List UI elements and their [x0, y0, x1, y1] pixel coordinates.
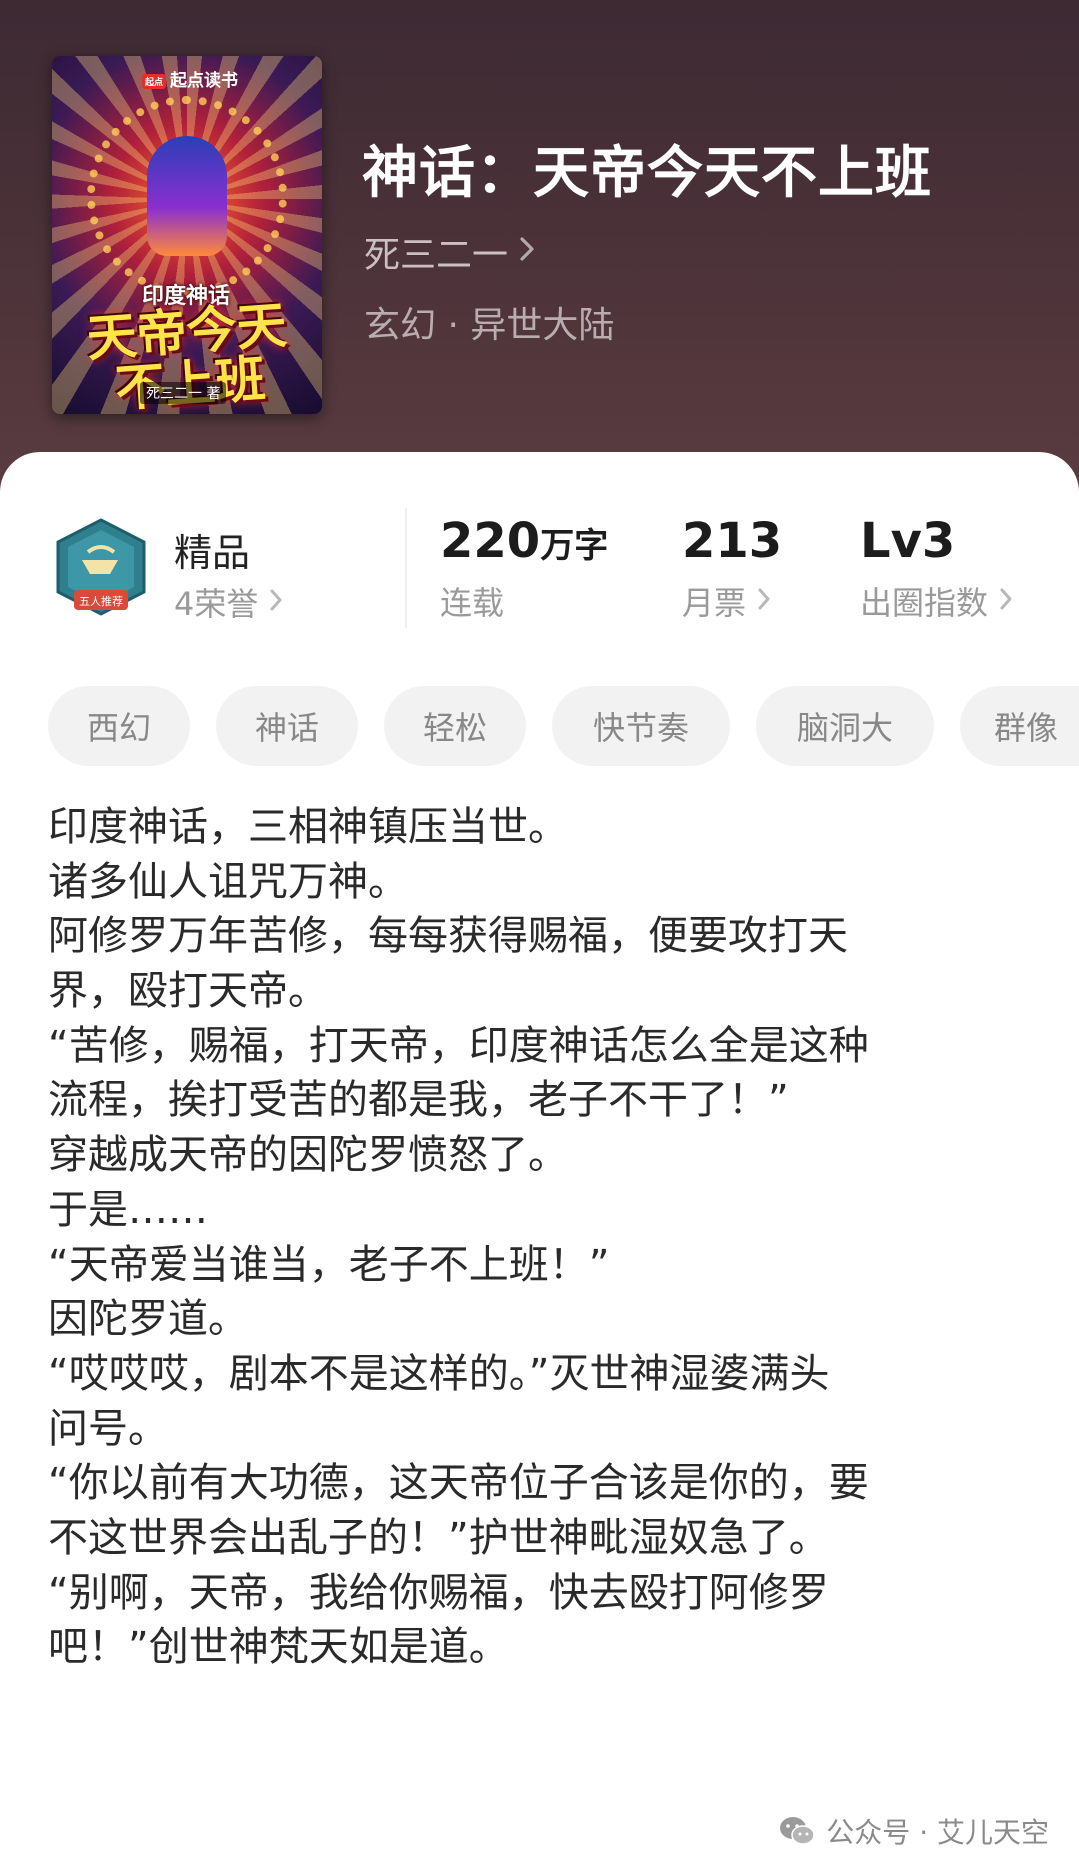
cover-brand: 起点 起点读书	[136, 64, 244, 93]
synopsis-line: “天帝爱当谁当，老子不上班！”	[48, 1241, 610, 1288]
honors-link[interactable]: 4荣誉	[174, 579, 284, 625]
synopsis-line: 印度神话，三相神镇压当世。	[48, 804, 568, 850]
tag-chip[interactable]: 神话	[216, 686, 358, 766]
cover-deity-illustration	[147, 136, 227, 256]
book-info-card: 五人推荐 精品 4荣誉 220万字 连载 213 月票 Lv3 出圈指数 西幻 …	[0, 452, 1079, 1869]
synopsis-line: 流程，挨打受苦的都是我，老子不干了！”	[48, 1077, 789, 1124]
word-count-stat: 220万字 连载	[440, 512, 608, 624]
synopsis-line: “别啊，天帝，我给你赐福，快去殴打阿修罗	[48, 1569, 829, 1616]
cover-author: 死三二一 著	[140, 382, 227, 404]
book-header: 起点 起点读书 印度神话 天帝今天不上班 死三二一 著 神话：天帝今天不上班 死三…	[0, 0, 1079, 500]
tag-chip[interactable]: 西幻	[48, 686, 190, 766]
book-synopsis[interactable]: 印度神话，三相神镇压当世。 诸多仙人诅咒万神。 阿修罗万年苦修，每每获得赐福，便…	[48, 800, 1008, 1675]
synopsis-line: “哎哎哎，剧本不是这样的。”灭世神湿婆满头	[48, 1350, 830, 1397]
honors-count: 4荣誉	[174, 585, 259, 623]
synopsis-line: 不这世界会出乱子的！”护世神毗湿奴急了。	[48, 1514, 829, 1561]
author-link[interactable]: 死三二一	[364, 226, 536, 278]
book-genre: 玄幻 · 异世大陆	[364, 305, 615, 346]
tag-chip[interactable]: 群像	[960, 686, 1079, 766]
chevron-right-icon	[756, 582, 772, 620]
badge-text: 五人推荐	[79, 594, 123, 608]
quality-label: 精品	[174, 531, 251, 575]
word-count-value: 220	[440, 513, 541, 569]
tag-chip[interactable]: 快节奏	[552, 686, 730, 766]
book-title: 神话：天帝今天不上班	[362, 140, 932, 206]
breakout-index-label: 出圈指数	[860, 584, 989, 622]
tag-chip[interactable]: 轻松	[384, 686, 526, 766]
synopsis-line: “苦修，赐福，打天帝，印度神话怎么全是这种	[48, 1022, 869, 1069]
synopsis-line: 问号。	[48, 1405, 168, 1452]
synopsis-line: 阿修罗万年苦修，每每获得赐福，便要攻打天	[48, 913, 848, 960]
tag-chip[interactable]: 脑洞大	[756, 686, 934, 766]
wechat-watermark: 公众号 · 艾儿天空	[778, 1811, 1049, 1851]
synopsis-line: 界，殴打天帝。	[48, 968, 328, 1015]
wechat-icon	[780, 1817, 816, 1845]
chevron-right-icon	[268, 583, 284, 621]
watermark-text: 公众号 · 艾儿天空	[826, 1816, 1049, 1849]
author-name: 死三二一	[364, 235, 509, 276]
serial-status-label: 连载	[440, 584, 505, 622]
synopsis-line: 于是……	[48, 1186, 208, 1233]
monthly-ticket-value: 213	[682, 513, 783, 569]
monthly-ticket-stat[interactable]: 213 月票	[682, 512, 782, 624]
chevron-right-icon	[518, 232, 536, 273]
breakout-index-stat[interactable]: Lv3 出圈指数	[860, 512, 1014, 624]
chevron-right-icon	[998, 582, 1014, 620]
stats-divider	[405, 508, 407, 628]
book-detail-screen: 起点 起点读书 印度神话 天帝今天不上班 死三二一 著 神话：天帝今天不上班 死三…	[0, 0, 1079, 1869]
synopsis-line: 吧！”创世神梵天如是道。	[48, 1624, 509, 1671]
breakout-index-value: Lv3	[860, 513, 956, 569]
synopsis-line: 诸多仙人诅咒万神。	[48, 858, 408, 905]
synopsis-line: “你以前有大功德，这天帝位子合该是你的，要	[48, 1460, 869, 1507]
qidian-logo-icon: 起点	[142, 73, 167, 89]
monthly-ticket-label: 月票	[682, 584, 747, 622]
cover-brand-label: 起点读书	[170, 71, 239, 91]
synopsis-line: 穿越成天帝的因陀罗愤怒了。	[48, 1132, 568, 1179]
word-count-unit: 万字	[540, 526, 609, 566]
quality-badge-icon[interactable]: 五人推荐	[52, 516, 150, 620]
synopsis-line: 因陀罗道。	[48, 1296, 248, 1343]
tag-list: 西幻 神话 轻松 快节奏 脑洞大 群像	[48, 686, 1079, 768]
book-cover[interactable]: 起点 起点读书 印度神话 天帝今天不上班 死三二一 著	[52, 56, 322, 414]
